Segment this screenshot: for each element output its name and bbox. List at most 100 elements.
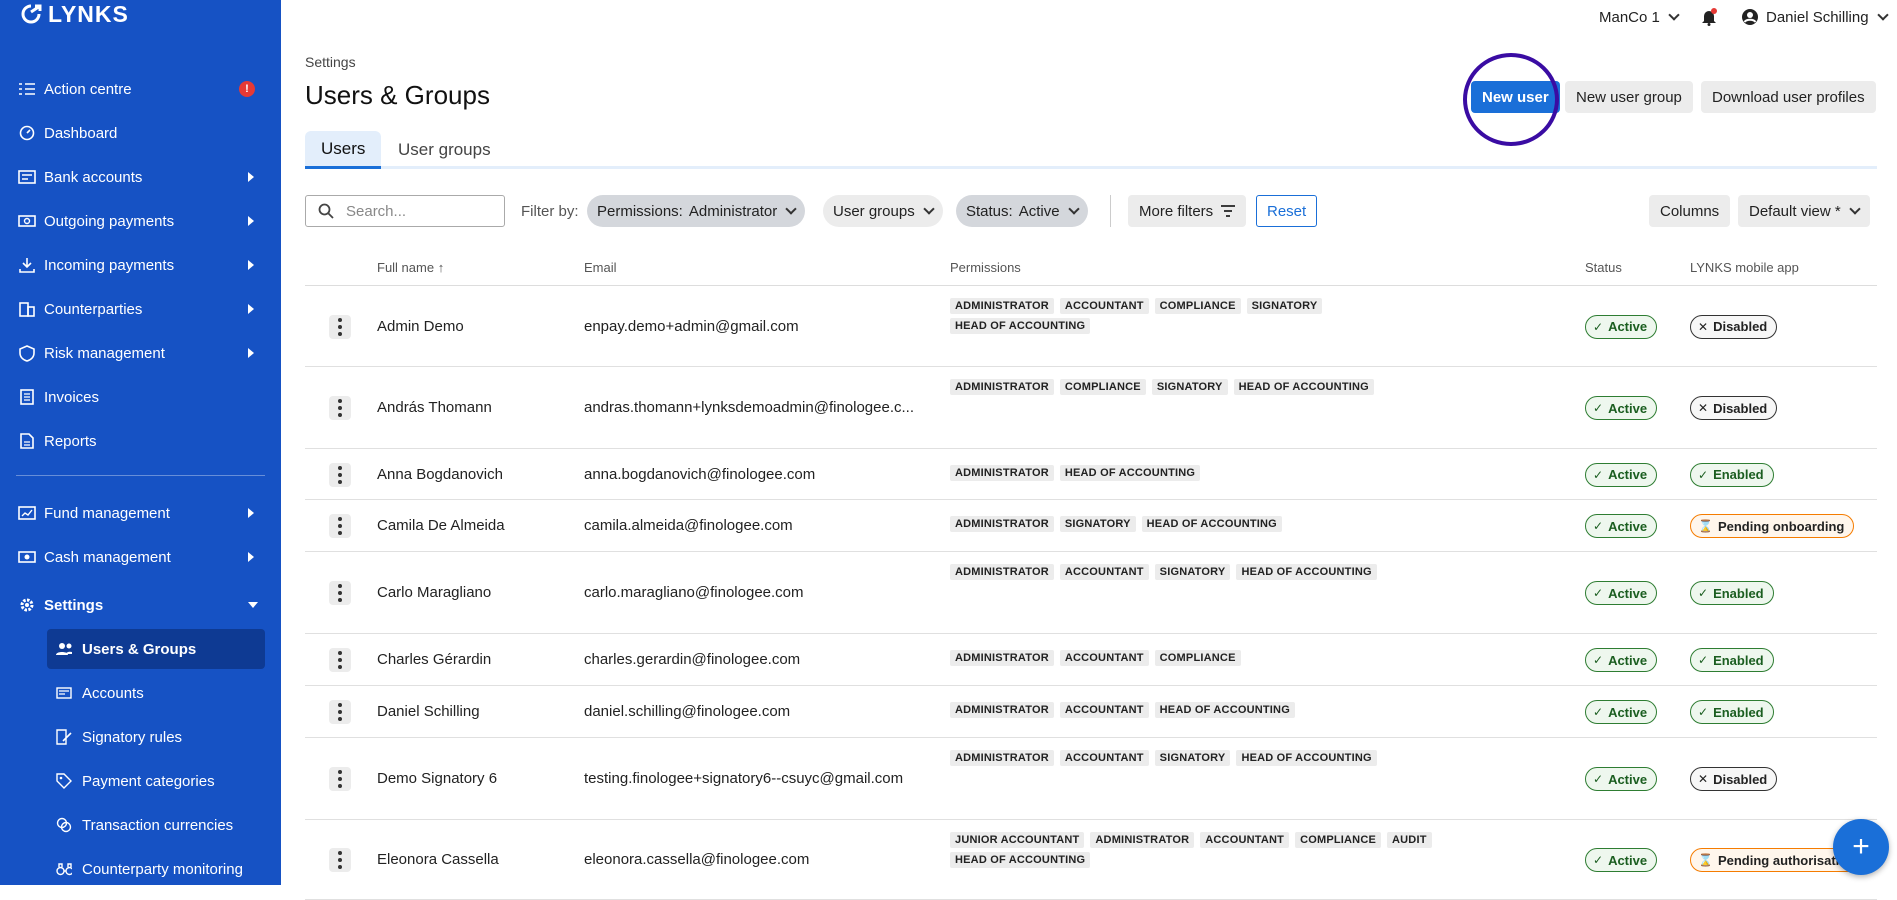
permission-tag: COMPLIANCE [1154, 650, 1241, 666]
add-fab-button[interactable]: + [1833, 819, 1889, 875]
user-email: eleonora.cassella@finologee.com [584, 851, 810, 868]
sidebar-item-label: Dashboard [44, 124, 118, 142]
tab-users[interactable]: Users [305, 131, 382, 169]
sidebar-item-action-centre[interactable]: Action centre ! [0, 67, 281, 111]
permission-tag: HEAD OF ACCOUNTING [1236, 750, 1377, 766]
permissions-list: ADMINISTRATOR ACCOUNTANT SIGNATORY HEAD OF … [950, 750, 1450, 766]
user-full-name[interactable]: Eleonora Cassella [377, 851, 499, 868]
table-row[interactable]: Daniel Schilling daniel.schilling@finolo… [305, 686, 1877, 738]
shield-icon [18, 344, 36, 362]
col-header-full-name[interactable]: Full name ↑ [377, 260, 444, 275]
check-icon: ✓ [1593, 853, 1604, 867]
cash-out-icon [18, 212, 36, 230]
status-text: Active [1608, 704, 1648, 720]
sidebar-subitem-users-groups[interactable]: Users & Groups [47, 629, 265, 669]
more-filters-button[interactable]: More filters [1128, 195, 1247, 227]
sidebar-item-fund-management[interactable]: Fund management [0, 491, 281, 535]
sidebar-item-counterparties[interactable]: Counterparties [0, 287, 281, 331]
user-full-name[interactable]: Anna Bogdanovich [377, 466, 503, 483]
table-row[interactable]: Demo Signatory 6 testing.finologee+signa… [305, 738, 1877, 820]
permission-tag: SIGNATORY [1151, 379, 1228, 395]
row-actions-kebab-icon[interactable] [329, 581, 351, 605]
col-header-permissions[interactable]: Permissions [950, 260, 1021, 275]
permission-tag: ADMINISTRATOR [1090, 832, 1195, 848]
report-icon [18, 432, 36, 450]
mobile-app-text: Enabled [1713, 467, 1764, 482]
permissions-filter-chip[interactable]: Permissions: Administrator [587, 195, 806, 227]
row-actions-kebab-icon[interactable] [329, 314, 351, 339]
user-full-name[interactable]: András Thomann [377, 399, 492, 416]
table-row[interactable]: Charles Gérardin charles.gerardin@finolo… [305, 634, 1877, 686]
permission-tag: HEAD OF ACCOUNTING [1236, 564, 1377, 580]
row-actions-kebab-icon[interactable] [329, 848, 351, 872]
permissions-list: ADMINISTRATOR ACCOUNTANT COMPLIANCE SIGNATO… [950, 298, 1450, 334]
sidebar-item-risk-management[interactable]: Risk management [0, 331, 281, 375]
row-actions-kebab-icon[interactable] [329, 648, 351, 672]
sidebar-item-label: Cash management [44, 548, 171, 566]
mobile-app-badge: ✕ Disabled [1690, 314, 1778, 339]
sidebar-item-dashboard[interactable]: Dashboard [0, 111, 281, 155]
notifications-button[interactable] [1701, 6, 1717, 28]
new-user-group-button[interactable]: New user group [1565, 81, 1693, 113]
download-user-profiles-button[interactable]: Download user profiles [1701, 81, 1876, 113]
permission-tag: HEAD OF ACCOUNTING [1059, 464, 1201, 481]
reset-button[interactable]: Reset [1256, 195, 1318, 227]
mobile-app-badge: ✓ Enabled [1690, 700, 1774, 724]
user-menu[interactable]: Daniel Schilling [1741, 6, 1889, 28]
sidebar-divider [16, 475, 265, 476]
col-header-mobile-app[interactable]: LYNKS mobile app [1690, 260, 1799, 275]
table-row[interactable]: Carlo Maragliano carlo.maragliano@finolo… [305, 552, 1877, 634]
tab-user-groups[interactable]: User groups [382, 131, 507, 169]
sidebar-item-outgoing-payments[interactable]: Outgoing payments [0, 199, 281, 243]
sidebar-subitem-counterparty-monitoring[interactable]: Counterparty monitoring [0, 849, 281, 889]
search-input[interactable]: Search... [305, 195, 505, 227]
tag-icon [56, 773, 72, 789]
list-check-icon [18, 80, 36, 98]
user-full-name[interactable]: Charles Gérardin [377, 651, 491, 668]
sidebar-subitem-transaction-currencies[interactable]: Transaction currencies [0, 805, 281, 845]
sidebar-item-invoices[interactable]: Invoices [0, 375, 281, 419]
row-actions-kebab-icon[interactable] [329, 462, 351, 487]
sidebar-item-bank-accounts[interactable]: Bank accounts [0, 155, 281, 199]
sidebar-item-cash-management[interactable]: Cash management [0, 535, 281, 579]
sidebar-subitem-label: Counterparty monitoring [82, 860, 243, 878]
sidebar-item-settings[interactable]: Settings [0, 583, 281, 627]
table-row[interactable]: Admin Demo enpay.demo+admin@gmail.com AD… [305, 286, 1877, 367]
user-full-name[interactable]: Demo Signatory 6 [377, 770, 497, 787]
status-filter-chip[interactable]: Status: Active [956, 195, 1088, 227]
row-actions-kebab-icon[interactable] [329, 396, 351, 420]
company-switcher[interactable]: ManCo 1 [1599, 6, 1680, 28]
row-actions-kebab-icon[interactable] [329, 514, 351, 538]
user-groups-filter-chip[interactable]: User groups [823, 195, 943, 227]
breadcrumb[interactable]: Settings [305, 54, 356, 70]
mobile-app-text: Disabled [1713, 771, 1768, 787]
table-row[interactable]: András Thomann andras.thomann+lynksdemoa… [305, 367, 1877, 449]
columns-button[interactable]: Columns [1649, 195, 1731, 227]
user-full-name[interactable]: Camila De Almeida [377, 517, 505, 534]
col-header-status[interactable]: Status [1585, 260, 1622, 275]
chevron-down-icon [923, 203, 935, 215]
status-badge: ✓ Active [1585, 848, 1658, 872]
sidebar-subitem-accounts[interactable]: Accounts [0, 673, 281, 713]
table-row[interactable]: Camila De Almeida camila.almeida@finolog… [305, 500, 1877, 552]
default-view-dropdown[interactable]: Default view * [1738, 195, 1870, 227]
check-icon: ✓ [1698, 705, 1709, 719]
row-actions-kebab-icon[interactable] [329, 767, 351, 791]
user-full-name[interactable]: Admin Demo [377, 318, 464, 335]
bank-card-icon [18, 168, 36, 186]
sidebar-item-reports[interactable]: Reports [0, 419, 281, 463]
user-full-name[interactable]: Daniel Schilling [377, 703, 480, 720]
sidebar-item-label: Risk management [44, 344, 165, 362]
permissions-list: ADMINISTRATOR ACCOUNTANT HEAD OF ACCOUNTIN… [950, 702, 1450, 718]
col-header-email[interactable]: Email [584, 260, 617, 275]
table-row[interactable]: Eleonora Cassella eleonora.cassella@fino… [305, 820, 1877, 900]
user-full-name[interactable]: Carlo Maragliano [377, 584, 491, 601]
sidebar-subitem-payment-categories[interactable]: Payment categories [0, 761, 281, 801]
row-actions-kebab-icon[interactable] [329, 700, 351, 724]
table-row[interactable]: Anna Bogdanovich anna.bogdanovich@finolo… [305, 449, 1877, 500]
sidebar-subitem-signatory-rules[interactable]: Signatory rules [0, 717, 281, 757]
sidebar-item-incoming-payments[interactable]: Incoming payments [0, 243, 281, 287]
status-badge: ✓ Active [1585, 514, 1658, 538]
permission-tag: ADMINISTRATOR [950, 516, 1054, 532]
lynks-logo[interactable]: LYNKS [18, 0, 129, 28]
